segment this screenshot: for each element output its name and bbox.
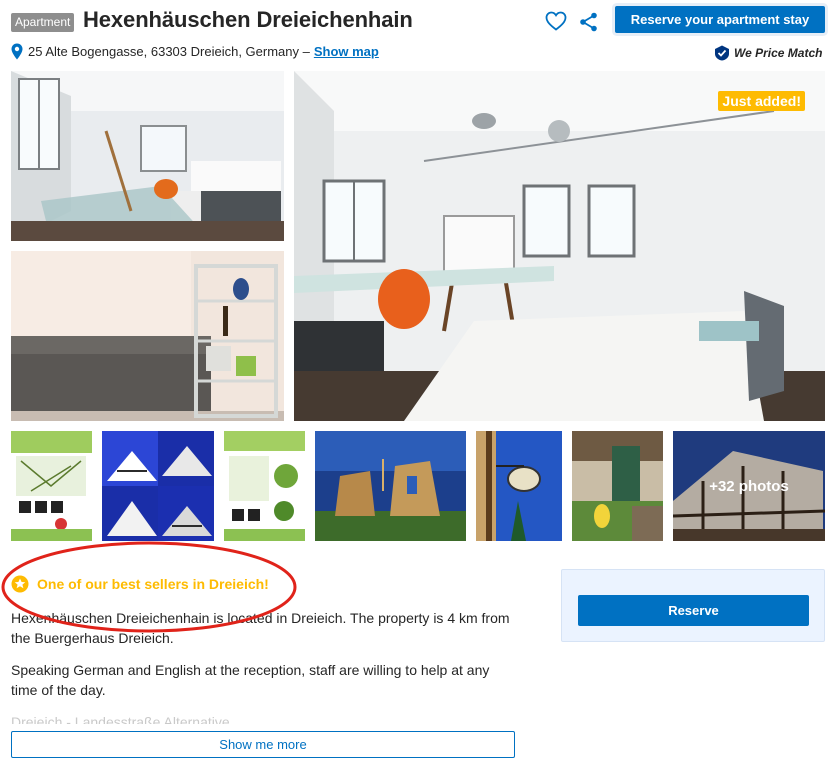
best-seller-text: One of our best sellers in Dreieich! [37,576,269,592]
just-added-badge: Just added! [718,91,805,111]
share-icon[interactable] [578,11,600,33]
photo-thumb-sign[interactable] [476,431,562,541]
heart-icon[interactable] [544,9,568,33]
thumbs-up-badge-icon [714,45,730,61]
map-pin-icon [11,43,23,60]
property-type-badge: Apartment [11,13,75,32]
price-match-badge[interactable]: We Price Match [714,45,822,61]
reserve-apartment-stay-button[interactable]: Reserve your apartment stay [615,6,825,33]
photo-thumb-flyer[interactable] [224,431,305,541]
photo-thumb-more[interactable]: +32 photos [673,431,825,541]
description-paragraph-3-faded: Dreieich - Landesstraße Alternative... [11,714,242,724]
property-title: Hexenhäuschen Dreieichenhain [83,7,413,32]
show-me-more-button[interactable]: Show me more [11,731,515,758]
reserve-panel: Reserve [561,569,825,642]
description-paragraph-1: Hexenhäuschen Dreieichenhain is located … [11,610,510,646]
address-text: 25 Alte Bogengasse, 63303 Dreieich, Germ… [28,43,310,59]
star-circle-icon [11,575,29,593]
reserve-button[interactable]: Reserve [578,595,809,626]
photo-bedroom-desk[interactable] [11,71,284,241]
photo-thumb-map-flyer[interactable] [11,431,92,541]
photo-sofa-shelf[interactable] [11,251,284,421]
more-photos-label: +32 photos [673,431,825,541]
address-row: 25 Alte Bogengasse, 63303 Dreieich, Germ… [11,42,379,60]
photo-thumb-castle[interactable] [315,431,466,541]
photo-bedroom-main[interactable]: Just added! [294,71,825,421]
photo-thumb-door[interactable] [572,431,663,541]
description-paragraph-2: Speaking German and English at the recep… [11,662,490,698]
show-map-link[interactable]: Show map [314,44,379,59]
property-header: Apartment Hexenhäuschen Dreieichenhain R… [11,6,825,40]
photo-thumb-collage[interactable] [102,431,214,541]
best-seller-badge: One of our best sellers in Dreieich! [11,575,269,593]
price-match-label: We Price Match [734,46,823,60]
